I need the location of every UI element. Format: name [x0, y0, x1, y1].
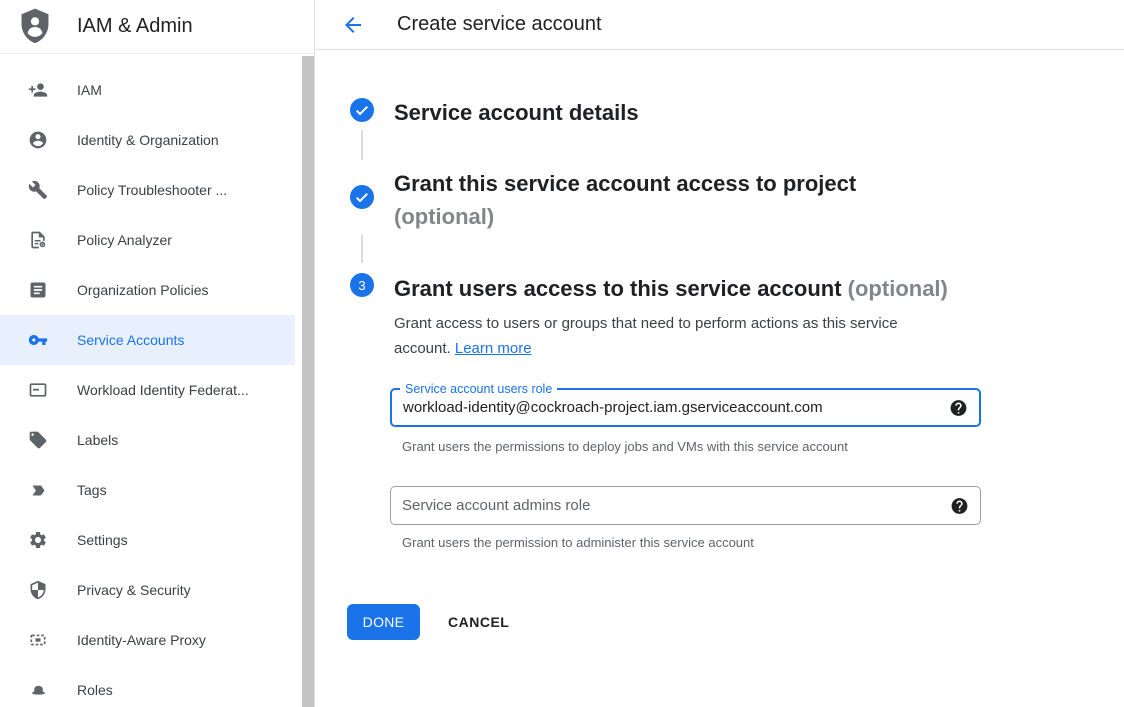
step3-title: Grant users access to this service accou… [394, 276, 842, 301]
sidebar-item-settings[interactable]: Settings [0, 515, 314, 565]
sidebar-item-privacy-security[interactable]: Privacy & Security [0, 565, 314, 615]
step3-description: Grant access to users or groups that nee… [394, 311, 949, 361]
sidebar-item-identity-aware-proxy[interactable]: Identity-Aware Proxy [0, 615, 314, 665]
sidebar-item-label: IAM [77, 82, 102, 98]
policy-analyzer-icon [27, 229, 49, 251]
roles-hat-icon [27, 679, 49, 701]
sidebar-item-label: Roles [77, 682, 113, 698]
shield-half-icon [27, 579, 49, 601]
sidebar-item-policy-troubleshooter[interactable]: Policy Troubleshooter ... [0, 165, 314, 215]
list-document-icon [27, 279, 49, 301]
admins-role-input[interactable] [391, 487, 980, 524]
page-title: Create service account [397, 13, 602, 36]
users-role-label: Service account users role [400, 381, 557, 397]
cancel-button[interactable]: CANCEL [448, 604, 509, 640]
step2-check-icon [350, 185, 374, 209]
arrow-back-icon [341, 13, 365, 37]
sidebar-item-label: Settings [77, 532, 128, 548]
proxy-dashed-box-icon [27, 629, 49, 651]
back-button[interactable] [341, 13, 365, 37]
tag-arrow-icon [27, 479, 49, 501]
sidebar-item-workload-identity-federation[interactable]: Workload Identity Federat... [0, 365, 314, 415]
step2-heading: Grant this service account access to pro… [394, 167, 856, 233]
sidebar-item-service-accounts[interactable]: Service Accounts [0, 315, 295, 365]
sidebar-item-label: Tags [77, 482, 107, 498]
sidebar-item-roles[interactable]: Roles [0, 665, 314, 707]
sidebar-scrollbar[interactable] [302, 56, 314, 707]
step2-optional-label: (optional) [394, 204, 494, 229]
key-icon [27, 329, 49, 351]
account-circle-icon [27, 129, 49, 151]
sidebar-item-policy-analyzer[interactable]: Policy Analyzer [0, 215, 314, 265]
sidebar-header: IAM & Admin [0, 0, 314, 54]
admins-role-field [390, 486, 981, 525]
sidebar-item-label: Identity-Aware Proxy [77, 632, 206, 648]
sidebar-item-identity-organization[interactable]: Identity & Organization [0, 115, 314, 165]
sidebar: IAM & Admin IAM Identity & Organization … [0, 0, 315, 707]
admins-role-helper: Grant users the permission to administer… [402, 535, 754, 550]
gear-icon [27, 529, 49, 551]
iam-admin-screen: IAM & Admin IAM Identity & Organization … [0, 0, 1124, 707]
step-connector [361, 130, 363, 160]
learn-more-link[interactable]: Learn more [455, 340, 532, 357]
help-icon[interactable] [950, 496, 969, 515]
sidebar-item-label: Policy Troubleshooter ... [77, 182, 227, 198]
sidebar-item-organization-policies[interactable]: Organization Policies [0, 265, 314, 315]
step-connector [361, 235, 363, 263]
label-tag-icon [27, 429, 49, 451]
create-service-account-form: Service account details Grant this servi… [316, 51, 1124, 707]
person-add-icon [27, 79, 49, 101]
sidebar-item-iam[interactable]: IAM [0, 65, 314, 115]
users-role-helper: Grant users the permissions to deploy jo… [402, 439, 848, 454]
app-title: IAM & Admin [77, 15, 193, 38]
sidebar-item-label: Workload Identity Federat... [77, 382, 249, 398]
badge-card-icon [27, 379, 49, 401]
iam-shield-logo-icon [18, 8, 52, 46]
sidebar-nav: IAM Identity & Organization Policy Troub… [0, 54, 314, 707]
sidebar-item-label: Policy Analyzer [77, 232, 172, 248]
sidebar-item-label: Organization Policies [77, 282, 209, 298]
step3-heading: Grant users access to this service accou… [394, 272, 948, 305]
wrench-icon [27, 179, 49, 201]
sidebar-item-label: Labels [77, 432, 118, 448]
step2-title: Grant this service account access to pro… [394, 171, 856, 196]
sidebar-item-label: Privacy & Security [77, 582, 191, 598]
sidebar-item-labels[interactable]: Labels [0, 415, 314, 465]
step1-heading: Service account details [394, 96, 639, 129]
done-button[interactable]: DONE [347, 604, 420, 640]
users-role-field: Service account users role [390, 388, 981, 427]
step3-number-badge: 3 [350, 273, 374, 297]
page-header: Create service account [316, 0, 1124, 50]
step3-optional-label: (optional) [848, 276, 948, 301]
sidebar-item-tags[interactable]: Tags [0, 465, 314, 515]
sidebar-item-label: Identity & Organization [77, 132, 219, 148]
step1-check-icon [350, 98, 374, 122]
sidebar-item-label: Service Accounts [77, 332, 184, 348]
help-icon[interactable] [949, 398, 968, 417]
